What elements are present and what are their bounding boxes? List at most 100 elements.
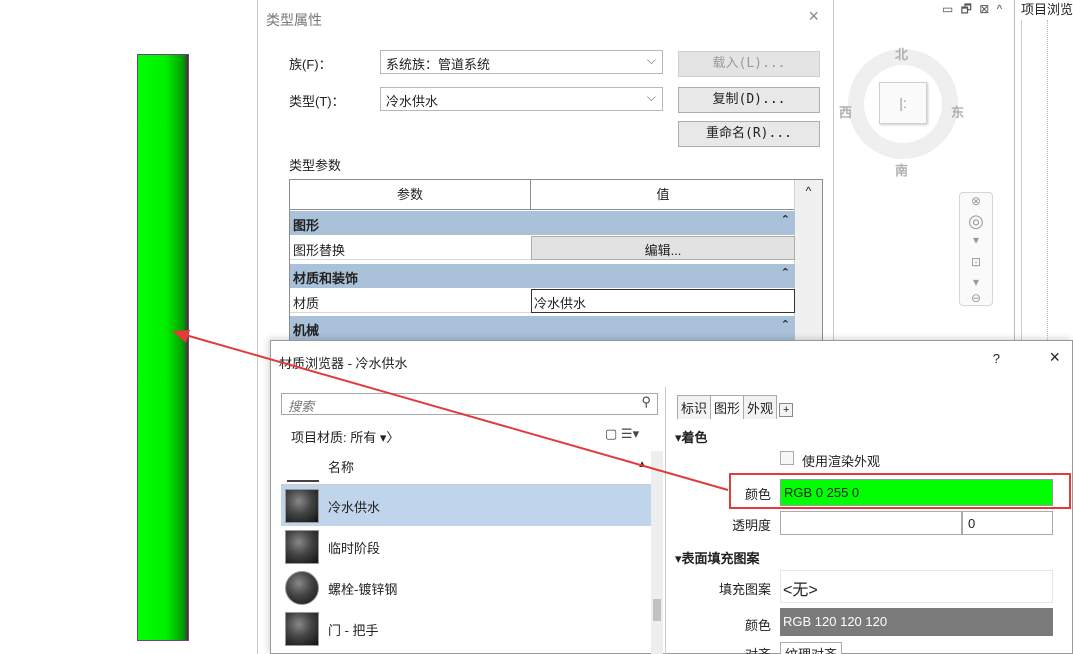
list-item[interactable]: 冷水供水 (281, 485, 651, 526)
close-navbar-icon[interactable]: ⊗ (960, 194, 992, 208)
chevron-down-icon[interactable]: ▾ (960, 233, 992, 247)
group-materials[interactable]: 材质和装饰 ⌃ (290, 264, 795, 288)
add-tab-button[interactable]: + (779, 403, 794, 417)
type-parameters-grid: 参数 值 ^ 图形 ⌃ 图形替换 编辑... 材质和装饰 ⌃ 材质 冷水供水 机… (289, 179, 823, 349)
compass-south[interactable]: 南 (895, 160, 908, 179)
navigation-bar: ⊗ ◎ ▾ ⊡ ▾ ⊖ (959, 192, 993, 306)
tab-graphics[interactable]: 图形 (710, 395, 745, 419)
use-render-appearance-checkbox[interactable] (780, 451, 794, 465)
family-value: 系统族：管道系统 (386, 57, 491, 72)
material-browser-dialog: 材质浏览器 - 冷水供水 ? × 搜索 ⚲ 项目材质: 所有 ▾〉 ▢ ☰▾ 名… (270, 340, 1073, 654)
close-icon[interactable]: × (1049, 347, 1060, 368)
chevron-down-icon: ⌵ (646, 53, 656, 67)
material-name: 冷水供水 (328, 500, 381, 515)
material-value-field[interactable]: 冷水供水 (531, 289, 795, 313)
material-swatch (285, 530, 319, 564)
swatch-column-marker (287, 480, 319, 482)
group-label: 材质和装饰 (293, 271, 359, 286)
surface-color-label: 颜色 (744, 618, 771, 633)
family-select[interactable]: 系统族：管道系统 ⌵ (380, 50, 663, 74)
transparency-slider[interactable] (780, 511, 962, 535)
dialog-title: 类型属性 (266, 12, 322, 28)
options-icon[interactable]: ⊖ (960, 291, 992, 305)
rename-button[interactable]: 重命名(R)... (678, 121, 820, 147)
material-name: 螺栓-镀锌钢 (328, 582, 398, 597)
search-icon[interactable]: ⚲ (641, 395, 651, 410)
list-view-icon[interactable]: ☰▾ (621, 426, 639, 441)
param-name: 材质 (293, 296, 320, 311)
column-header-value[interactable]: 值 (531, 180, 795, 210)
list-item[interactable]: 螺栓-镀锌钢 (281, 567, 651, 608)
zoom-region-icon[interactable]: ⊡ (960, 255, 992, 269)
collapse-icon[interactable]: ⌃ (781, 266, 790, 279)
use-render-appearance-label: 使用渲染外观 (802, 454, 881, 469)
highlight-annotation-box (729, 473, 1071, 509)
alignment-label: 对齐 (691, 644, 771, 654)
dialog-title: 材质浏览器 - 冷水供水 (279, 356, 408, 371)
type-select[interactable]: 冷水供水 ⌵ (380, 87, 663, 111)
material-swatch (285, 571, 319, 605)
scroll-thumb[interactable] (653, 599, 661, 621)
table-row: 图形替换 编辑... (290, 236, 795, 260)
project-browser-title: 项目浏览 (1021, 2, 1073, 17)
surface-pattern-section-header[interactable]: ▾表面填充图案 (675, 548, 760, 567)
list-scrollbar[interactable] (651, 451, 663, 654)
type-value: 冷水供水 (386, 94, 439, 109)
edit-button[interactable]: 编辑... (531, 236, 795, 260)
group-mechanical[interactable]: 机械 ⌃ (290, 316, 795, 340)
panel-toggle-icon[interactable]: ▢ (605, 426, 617, 441)
list-header[interactable]: 名称 ▲ (281, 451, 651, 485)
sort-icon[interactable]: ▲ (637, 459, 647, 470)
steering-wheel-icon[interactable]: ◎ (960, 211, 992, 232)
table-row: 材质 冷水供水 (290, 289, 795, 313)
param-name: 图形替换 (293, 243, 346, 258)
type-parameters-heading: 类型参数 (289, 158, 342, 173)
view-options[interactable]: ▢ ☰▾ (605, 426, 639, 442)
fill-pattern-label: 填充图案 (718, 582, 771, 597)
surface-color-field[interactable]: RGB 120 120 120 (780, 608, 1053, 636)
group-graphics[interactable]: 图形 ⌃ (290, 211, 795, 235)
grid-scrollbar[interactable]: ^ (794, 180, 822, 348)
scroll-up-icon[interactable]: ^ (795, 184, 822, 198)
group-label: 图形 (293, 218, 320, 233)
tab-appearance[interactable]: 外观 (743, 395, 778, 419)
load-button[interactable]: 载入(L)... (678, 51, 820, 77)
window-controls[interactable]: ▭ 🗗 ⊠ ^ (942, 0, 1004, 21)
list-item[interactable]: 门 - 把手 (281, 608, 651, 649)
cube-face-top[interactable]: |: (879, 82, 927, 124)
library-filter[interactable]: 项目材质: 所有 ▾〉 (291, 427, 399, 446)
list-item[interactable]: 临时阶段 (281, 526, 651, 567)
material-name: 门 - 把手 (328, 623, 379, 638)
duplicate-button[interactable]: 复制(D)... (678, 87, 820, 113)
fill-pattern-field[interactable]: <无> (780, 570, 1053, 603)
search-input[interactable]: 搜索 ⚲ (281, 393, 658, 415)
close-icon[interactable]: × (808, 6, 819, 27)
tab-bar: 标识 图形 外观 + (677, 395, 794, 419)
tab-identity[interactable]: 标识 (677, 395, 712, 419)
collapse-icon[interactable]: ⌃ (781, 318, 790, 331)
material-swatch (285, 489, 319, 523)
texture-alignment-button[interactable]: 纹理对齐 (780, 642, 843, 654)
family-label: 族(F)： (289, 57, 332, 72)
transparency-input[interactable]: 0 (962, 511, 1053, 535)
group-label: 机械 (293, 323, 320, 338)
column-header-param[interactable]: 参数 (290, 180, 531, 210)
chevron-down-icon: ⌵ (646, 90, 656, 104)
search-placeholder: 搜索 (288, 400, 315, 415)
chevron-down-icon: ▾〉 (379, 430, 400, 445)
material-swatch (285, 612, 319, 646)
compass-east[interactable]: 东 (951, 102, 964, 121)
material-list: 冷水供水 临时阶段 螺栓-镀锌钢 门 - 把手 (281, 485, 651, 654)
transparency-label: 透明度 (731, 518, 771, 533)
chevron-down-icon[interactable]: ▾ (960, 275, 992, 289)
compass-north[interactable]: 北 (895, 44, 908, 63)
green-pipe-element[interactable] (137, 54, 189, 641)
name-column-header[interactable]: 名称 (328, 457, 354, 476)
view-cube[interactable]: |: 北 南 东 西 (839, 44, 964, 178)
shading-section-header[interactable]: ▾着色 (675, 427, 708, 446)
panel-divider[interactable] (665, 387, 666, 654)
collapse-icon[interactable]: ⌃ (781, 213, 790, 226)
compass-west[interactable]: 西 (839, 102, 852, 121)
material-name: 临时阶段 (328, 541, 381, 556)
help-icon[interactable]: ? (993, 351, 1000, 366)
